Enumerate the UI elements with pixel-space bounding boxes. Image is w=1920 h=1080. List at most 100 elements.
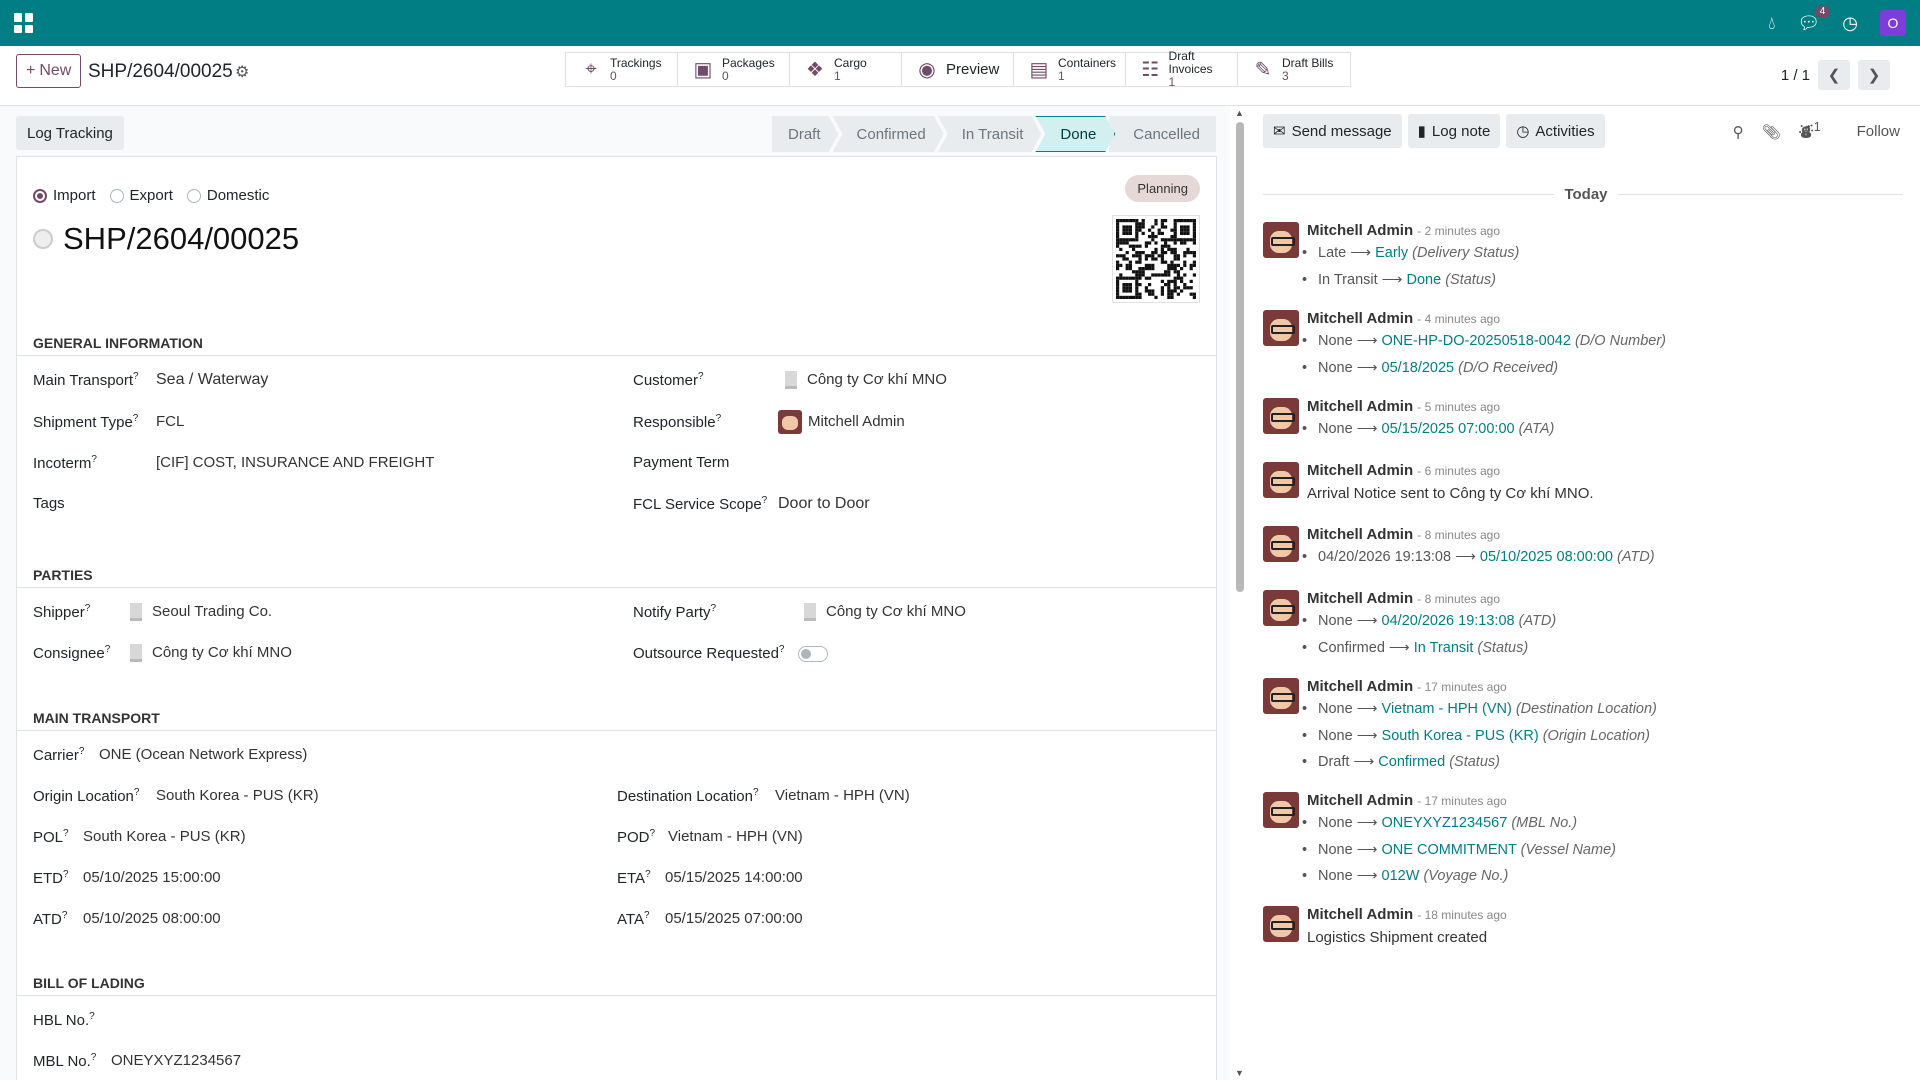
stage-in-transit[interactable]: In Transit xyxy=(938,116,1042,152)
message-author[interactable]: Mitchell Admin xyxy=(1307,590,1413,607)
preview-button[interactable]: ◉ Preview xyxy=(902,53,1014,86)
tracking-change-line: None ⟶ 012W (Voyage No.) xyxy=(1302,868,1508,884)
message-author[interactable]: Mitchell Admin xyxy=(1307,462,1413,479)
scroll-up-icon[interactable]: ▲ xyxy=(1235,108,1244,118)
cubes-icon: ❖ xyxy=(806,59,824,81)
message-author[interactable]: Mitchell Admin xyxy=(1307,792,1413,809)
new-value: Vietnam - HPH (VN) xyxy=(1381,701,1512,717)
etd-field[interactable]: 05/10/2025 15:00:00 xyxy=(83,869,221,886)
hbl-label: HBL No.? xyxy=(33,1011,95,1029)
notify-party-label: Notify Party? xyxy=(633,603,717,621)
atd-field[interactable]: 05/10/2025 08:00:00 xyxy=(83,910,221,927)
messages-icon[interactable]: 💬︎ 4 xyxy=(1797,6,1831,32)
incoterm-field[interactable]: [CIF] COST, INSURANCE AND FREIGHT xyxy=(156,454,434,471)
tracking-change-line: None ⟶ ONE COMMITMENT (Vessel Name) xyxy=(1302,841,1616,858)
eta-label: ETA? xyxy=(617,869,651,887)
user-avatar[interactable]: O xyxy=(1880,10,1906,36)
draft-invoices-label: Draft Invoices xyxy=(1168,49,1213,76)
follow-button[interactable]: Follow xyxy=(1857,123,1900,140)
radio-import[interactable]: Import xyxy=(33,187,96,204)
consignee-field[interactable]: Công ty Cơ khí MNO xyxy=(130,644,292,663)
radio-domestic[interactable]: Domestic xyxy=(186,187,269,204)
message-author[interactable]: Mitchell Admin xyxy=(1307,310,1413,327)
containers-count: 1 xyxy=(1058,68,1065,83)
radio-import-label: Import xyxy=(53,187,96,204)
destination-location-field[interactable]: Vietnam - HPH (VN) xyxy=(775,787,910,804)
customer-label: Customer? xyxy=(633,371,704,389)
pager-value[interactable]: 1 / 1 xyxy=(1781,67,1810,84)
packages-button[interactable]: ▣ Packages 0 xyxy=(678,53,790,86)
origin-location-label: Origin Location? xyxy=(33,787,140,805)
author-avatar[interactable] xyxy=(1263,678,1299,714)
stage-confirmed[interactable]: Confirmed xyxy=(833,116,944,152)
gear-icon[interactable]: ⚙ xyxy=(235,62,249,82)
scroll-down-icon[interactable]: ▼ xyxy=(1235,1068,1244,1078)
radio-export-dot[interactable] xyxy=(109,188,124,203)
followers-button[interactable]: ⛇1 xyxy=(1799,120,1821,143)
next-record-button[interactable]: ❯ xyxy=(1858,60,1890,90)
origin-location-field[interactable]: South Korea - PUS (KR) xyxy=(156,787,319,804)
package-icon: ▣ xyxy=(693,59,713,81)
containers-button[interactable]: ▤ Containers 1 xyxy=(1014,53,1126,86)
search-icon[interactable]: ⚲ xyxy=(1733,123,1744,141)
drop-icon[interactable]: 💧︎ xyxy=(1768,14,1775,32)
control-panel: + New SHP/2604/00025 ⚙ ⌖ Trackings 0 ▣ Packa… xyxy=(0,46,1920,106)
notify-party-field[interactable]: Công ty Cơ khí MNO xyxy=(804,603,966,622)
carrier-field[interactable]: ONE (Ocean Network Express) xyxy=(99,746,307,763)
stage-done[interactable]: Done xyxy=(1035,116,1115,152)
activities-button[interactable]: ◷ Activities xyxy=(1506,114,1605,148)
message-time: - 18 minutes ago xyxy=(1417,908,1507,922)
author-avatar[interactable] xyxy=(1263,310,1299,346)
radio-domestic-dot[interactable] xyxy=(186,188,201,203)
message-author[interactable]: Mitchell Admin xyxy=(1307,906,1413,923)
cargo-button[interactable]: ❖ Cargo 1 xyxy=(790,53,902,86)
new-value: ONE COMMITMENT xyxy=(1381,841,1517,858)
pol-field[interactable]: South Korea - PUS (KR) xyxy=(83,828,246,845)
scrollbar-thumb[interactable] xyxy=(1236,122,1244,592)
fcl-service-scope-field[interactable]: Door to Door xyxy=(778,495,870,513)
author-avatar[interactable] xyxy=(1263,526,1299,562)
message-author[interactable]: Mitchell Admin xyxy=(1307,398,1413,415)
author-avatar[interactable] xyxy=(1263,462,1299,498)
radio-export[interactable]: Export xyxy=(109,187,173,204)
packages-count: 0 xyxy=(722,68,729,83)
trackings-button[interactable]: ⌖ Trackings 0 xyxy=(566,53,678,86)
old-value: None xyxy=(1318,841,1353,858)
eta-field[interactable]: 05/15/2025 14:00:00 xyxy=(665,869,803,886)
shipment-type-field[interactable]: FCL xyxy=(156,413,184,430)
message-author[interactable]: Mitchell Admin xyxy=(1307,678,1413,695)
author-avatar[interactable] xyxy=(1263,590,1299,626)
form-scrollbar[interactable]: ▲ ▼ xyxy=(1234,106,1246,1080)
author-avatar[interactable] xyxy=(1263,906,1299,942)
shipper-field[interactable]: Seoul Trading Co. xyxy=(130,603,272,622)
priority-circle-icon[interactable] xyxy=(33,229,53,249)
clock-icon[interactable]: ◷ xyxy=(1842,14,1858,32)
field-name: (ATA) xyxy=(1518,421,1555,437)
paperclip-icon[interactable]: 📎︎ xyxy=(1762,123,1781,141)
author-avatar[interactable] xyxy=(1263,792,1299,828)
previous-record-button[interactable]: ❮ xyxy=(1818,60,1850,90)
main-transport-field[interactable]: Sea / Waterway xyxy=(156,371,268,389)
pod-field[interactable]: Vietnam - HPH (VN) xyxy=(668,828,803,845)
responsible-field[interactable]: Mitchell Admin xyxy=(778,410,905,434)
customer-field[interactable]: Công ty Cơ khí MNO xyxy=(785,371,947,390)
log-note-button[interactable]: ▮ Log note xyxy=(1407,114,1501,148)
apps-menu-icon[interactable] xyxy=(14,13,34,33)
ata-field[interactable]: 05/15/2025 07:00:00 xyxy=(665,910,803,927)
archive-icon: ▤ xyxy=(1029,59,1049,81)
radio-import-dot[interactable] xyxy=(33,188,47,203)
stage-cancelled[interactable]: Cancelled xyxy=(1109,116,1216,152)
log-tracking-button[interactable]: Log Tracking xyxy=(16,116,124,150)
new-button[interactable]: + New xyxy=(16,54,82,88)
stage-draft[interactable]: Draft xyxy=(772,116,839,152)
draft-invoices-button[interactable]: ☷ Draft Invoices 1 xyxy=(1126,49,1238,89)
author-avatar[interactable] xyxy=(1263,222,1299,258)
author-avatar[interactable] xyxy=(1263,398,1299,434)
outsource-requested-toggle[interactable] xyxy=(798,646,828,662)
field-name: (Delivery Status) xyxy=(1412,245,1520,261)
mbl-field[interactable]: ONEYXYZ1234567 xyxy=(111,1052,241,1069)
message-author[interactable]: Mitchell Admin xyxy=(1307,222,1413,239)
draft-bills-button[interactable]: ✎ Draft Bills 3 xyxy=(1238,53,1350,86)
message-author[interactable]: Mitchell Admin xyxy=(1307,526,1413,543)
send-message-button[interactable]: ✉ Send message xyxy=(1263,114,1402,148)
